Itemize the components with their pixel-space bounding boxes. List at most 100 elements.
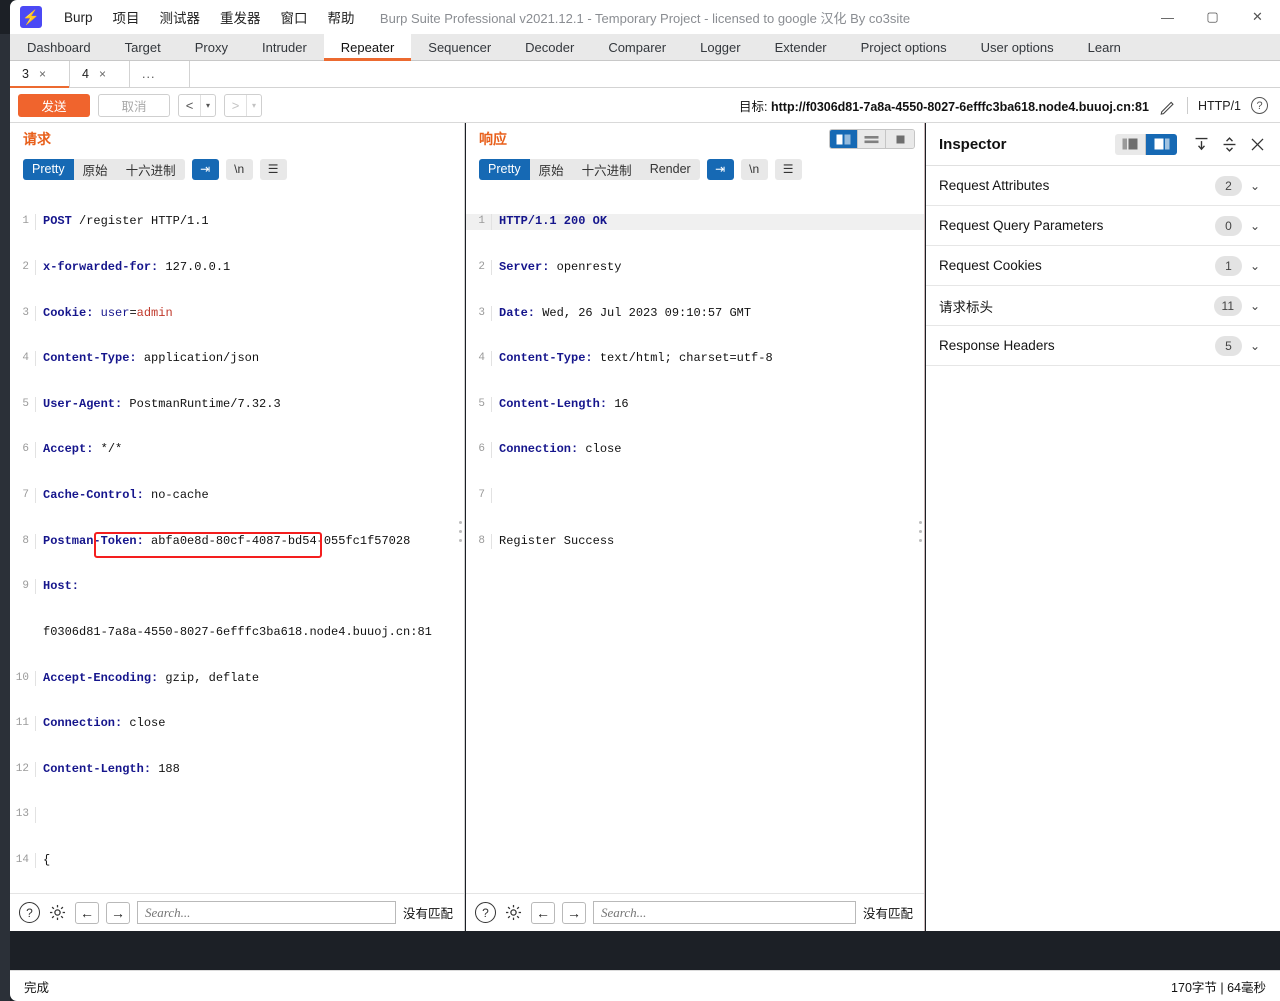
tab-sequencer[interactable]: Sequencer [411, 34, 508, 60]
request-view-hex[interactable]: 十六进制 [116, 158, 185, 180]
repeater-tab-3[interactable]: 3 × [10, 61, 70, 88]
tab-project-options[interactable]: Project options [844, 34, 964, 60]
response-view-pretty[interactable]: Pretty [479, 158, 530, 180]
gear-icon[interactable] [503, 902, 524, 923]
menu-item-help[interactable]: 帮助 [318, 3, 365, 31]
repeater-tab-label: 4 [82, 67, 89, 81]
request-search-input[interactable] [137, 901, 396, 924]
response-view-render[interactable]: Render [640, 158, 700, 180]
forward-arrow-icon[interactable]: > [225, 95, 246, 116]
repeater-tab-4[interactable]: 4 × [70, 61, 130, 87]
response-match-status: 没有匹配 [862, 907, 913, 921]
inspector-dock-right-icon[interactable] [1146, 133, 1177, 155]
http-version-label[interactable]: HTTP/1 [1198, 99, 1241, 113]
request-view-raw[interactable]: 原始 [73, 158, 117, 180]
tab-decoder[interactable]: Decoder [508, 34, 591, 60]
tab-logger[interactable]: Logger [683, 34, 757, 60]
search-prev-button[interactable]: ← [531, 901, 555, 924]
inspector-title: Inspector [939, 135, 1007, 153]
request-view-pretty[interactable]: Pretty [23, 158, 74, 180]
line-text: x-forwarded-for: 127.0.0.1 [36, 260, 230, 275]
code-line: 1 POST /register HTTP/1.1 [10, 214, 464, 230]
tab-proxy[interactable]: Proxy [178, 34, 245, 60]
request-editor[interactable]: 1 POST /register HTTP/1.1 2 x-forwarded-fo… [10, 184, 464, 893]
chevron-down-icon[interactable]: ⌄ [1242, 219, 1268, 233]
back-button-group[interactable]: < ▾ [178, 93, 216, 117]
word-wrap-icon[interactable]: ⇥ [706, 158, 734, 180]
help-icon[interactable]: ? [475, 902, 496, 923]
send-button[interactable]: 发送 [18, 93, 90, 117]
tab-user-options[interactable]: User options [964, 34, 1071, 60]
tab-target[interactable]: Target [108, 34, 178, 60]
chevron-down-icon[interactable]: ⌄ [1242, 179, 1268, 193]
pane-resize-gripper[interactable] [918, 521, 923, 542]
line-text: { [43, 852, 51, 867]
main-tab-strip: Dashboard Target Proxy Intruder Repeater… [10, 34, 1280, 61]
line-text: Cookie: user=admin [36, 306, 173, 321]
menu-item-window[interactable]: 窗口 [271, 3, 318, 31]
tab-repeater[interactable]: Repeater [323, 34, 412, 61]
word-wrap-icon[interactable]: ⇥ [191, 158, 219, 180]
response-view-raw[interactable]: 原始 [529, 158, 573, 180]
layout-stacked-icon[interactable] [858, 130, 886, 148]
tab-dashboard[interactable]: Dashboard [10, 34, 108, 60]
minimize-button[interactable]: — [1145, 0, 1190, 34]
inspector-dock-left-icon[interactable] [1115, 133, 1146, 155]
chevron-down-icon[interactable]: ▾ [246, 94, 261, 116]
forward-button-group[interactable]: > ▾ [224, 93, 262, 117]
layout-side-by-side-icon[interactable] [830, 130, 858, 148]
tab-comparer[interactable]: Comparer [591, 34, 683, 60]
collapse-all-icon[interactable] [1187, 130, 1215, 158]
inspector-row-request-attributes[interactable]: Request Attributes 2 ⌄ [926, 166, 1280, 206]
line-number: 6 [466, 442, 492, 458]
response-options-menu-icon[interactable]: ☰ [774, 158, 802, 180]
close-button[interactable]: ✕ [1235, 0, 1280, 34]
show-newlines-icon[interactable]: \n [225, 158, 253, 180]
inspector-row-response-headers[interactable]: Response Headers 5 ⌄ [926, 326, 1280, 366]
target-prefix: 目标: [739, 100, 768, 114]
chevron-down-icon[interactable]: ⌄ [1242, 299, 1268, 313]
search-prev-button[interactable]: ← [75, 901, 99, 924]
response-editor[interactable]: 1 HTTP/1.1 200 OK 2 Server: openresty 3 Dat… [466, 184, 924, 893]
inspector-row-request-query-parameters[interactable]: Request Query Parameters 0 ⌄ [926, 206, 1280, 246]
menu-item-intruder[interactable]: 测试器 [150, 3, 211, 31]
response-search-input[interactable] [593, 901, 856, 924]
chevron-down-icon[interactable]: ▾ [200, 94, 215, 116]
tab-learn[interactable]: Learn [1071, 34, 1138, 60]
maximize-button[interactable]: ▢ [1190, 0, 1235, 34]
response-view-segment: Pretty 原始 十六进制 Render [479, 158, 700, 180]
row-count-badge: 11 [1213, 295, 1242, 316]
close-icon[interactable]: × [99, 67, 106, 81]
tab-intruder[interactable]: Intruder [245, 34, 324, 60]
help-icon[interactable]: ? [1251, 97, 1268, 114]
edit-pencil-icon[interactable] [1159, 97, 1177, 115]
show-newlines-icon[interactable]: \n [740, 158, 768, 180]
status-bar: 完成 170字节 | 64毫秒 [10, 970, 1280, 1001]
cancel-button[interactable]: 取消 [98, 93, 170, 117]
search-next-button[interactable]: → [106, 901, 130, 924]
request-options-menu-icon[interactable]: ☰ [259, 158, 287, 180]
chevron-down-icon[interactable]: ⌄ [1242, 339, 1268, 353]
menu-item-project[interactable]: 项目 [103, 3, 150, 31]
inspector-row-request-cookies[interactable]: Request Cookies 1 ⌄ [926, 246, 1280, 286]
gear-icon[interactable] [47, 902, 68, 923]
tab-extender[interactable]: Extender [758, 34, 844, 60]
inspector-row-request-headers[interactable]: 请求标头 11 ⌄ [926, 286, 1280, 326]
search-next-button[interactable]: → [562, 901, 586, 924]
header-value: 188 [151, 761, 180, 776]
menu-item-burp[interactable]: Burp [54, 6, 103, 29]
help-icon[interactable]: ? [19, 902, 40, 923]
menu-item-repeater[interactable]: 重发器 [210, 3, 271, 31]
left-collapsed-rail[interactable] [0, 34, 10, 1001]
line-number: 10 [10, 670, 36, 686]
close-inspector-icon[interactable] [1243, 130, 1271, 158]
response-view-hex[interactable]: 十六进制 [572, 158, 641, 180]
repeater-tab-more[interactable]: ... [130, 61, 190, 87]
pane-resize-gripper[interactable] [458, 521, 463, 542]
back-arrow-icon[interactable]: < [179, 95, 200, 116]
line-number: 1 [10, 214, 36, 230]
layout-single-icon[interactable] [886, 130, 914, 148]
chevron-down-icon[interactable]: ⌄ [1242, 259, 1268, 273]
expand-all-icon[interactable] [1215, 130, 1243, 158]
close-icon[interactable]: × [39, 67, 46, 81]
